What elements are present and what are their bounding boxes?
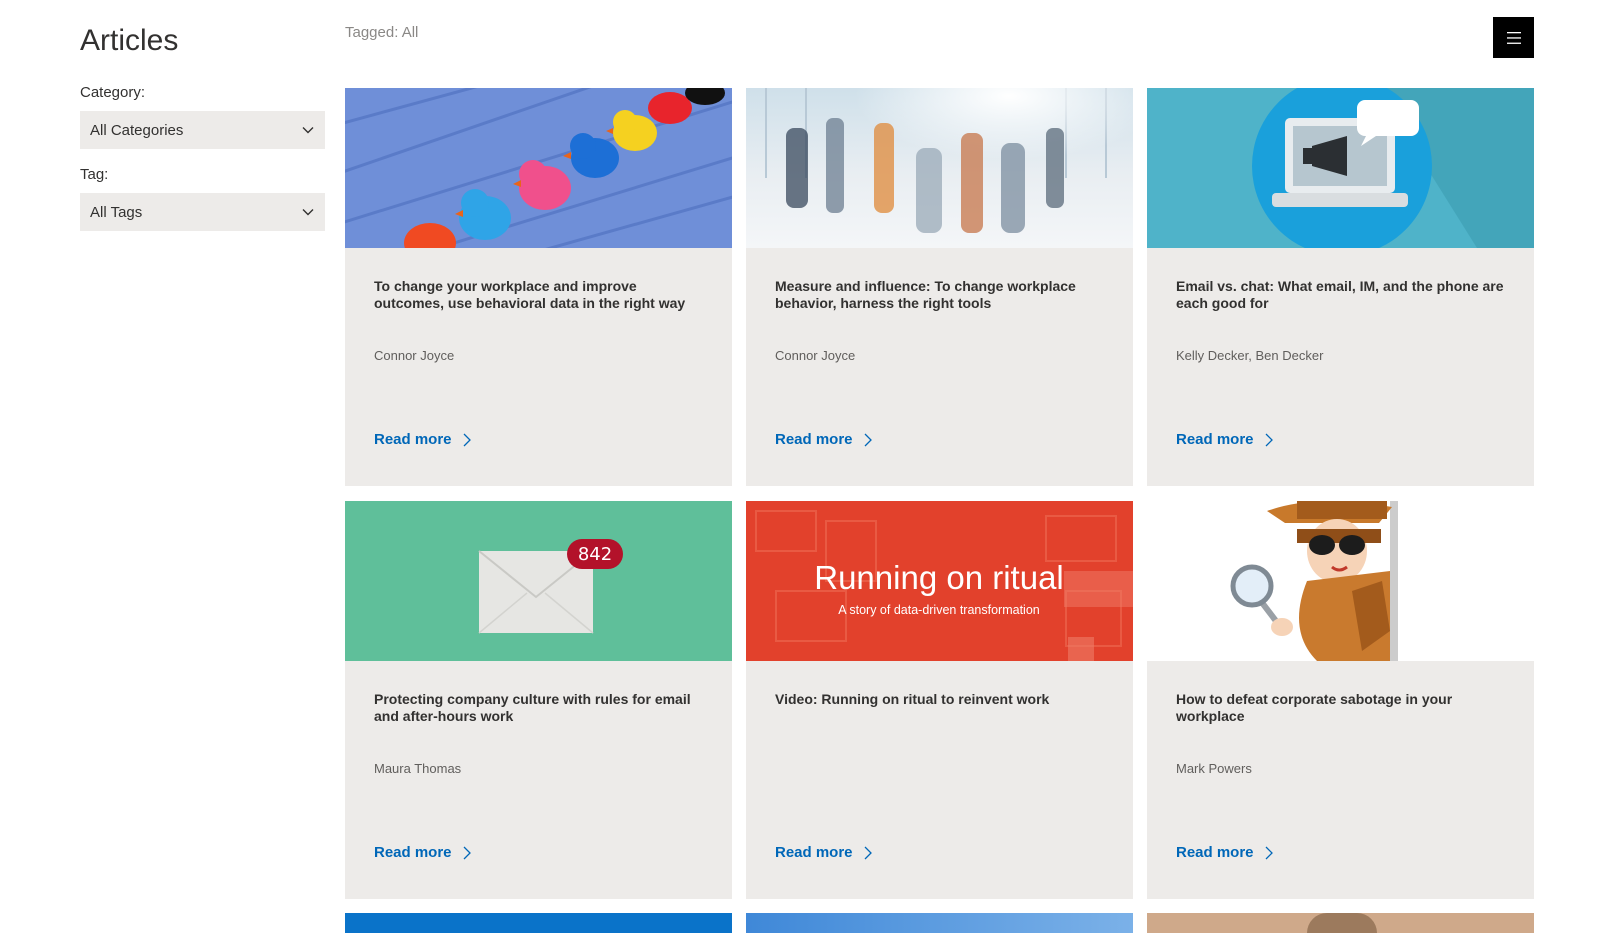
menu-button[interactable] <box>1493 17 1534 58</box>
chevron-right-icon <box>463 433 471 446</box>
article-author: Maura Thomas <box>374 761 462 776</box>
article-card[interactable]: Measure and influence: To change workpla… <box>746 88 1133 486</box>
article-author: Connor Joyce <box>775 348 856 363</box>
article-card[interactable]: 842 Protecting company culture with rule… <box>345 501 732 899</box>
laptop-megaphone-image[interactable] <box>1147 88 1534 248</box>
read-more-link[interactable]: Read more <box>1176 431 1274 448</box>
article-title[interactable]: Video: Running on ritual to reinvent wor… <box>775 691 1105 708</box>
chevron-down-icon <box>302 127 314 134</box>
article-title[interactable]: Measure and influence: To change workpla… <box>775 278 1105 312</box>
article-grid: To change your workplace and improve out… <box>345 88 1534 933</box>
detective-magnifier-image[interactable] <box>1147 501 1534 661</box>
envelope-notification-image[interactable]: 842 <box>345 501 732 661</box>
article-card[interactable]: Running on ritual A story of data-driven… <box>746 501 1133 899</box>
notification-badge: 842 <box>578 544 612 565</box>
thumbnail-detail <box>1307 913 1377 933</box>
read-more-link[interactable]: Read more <box>1176 844 1274 861</box>
chevron-right-icon <box>864 846 872 859</box>
article-title[interactable]: How to defeat corporate sabotage in your… <box>1176 691 1506 725</box>
tagged-filter-text: Tagged: All <box>345 24 419 41</box>
page-title: Articles <box>80 24 179 57</box>
rubber-ducks-image[interactable] <box>345 88 732 248</box>
category-select-value: All Categories <box>90 121 184 139</box>
read-more-label: Read more <box>1176 844 1254 861</box>
category-label: Category: <box>80 84 146 101</box>
tag-select-value: All Tags <box>90 203 143 221</box>
banner-subtitle: A story of data-driven transformation <box>838 603 1040 617</box>
blurred-commuters-image[interactable] <box>746 88 1133 248</box>
article-card[interactable]: To change your workplace and improve out… <box>345 88 732 486</box>
article-author: Connor Joyce <box>374 348 455 363</box>
read-more-label: Read more <box>374 431 452 448</box>
next-article-thumbnail[interactable] <box>746 913 1133 933</box>
chevron-right-icon <box>463 846 471 859</box>
read-more-link[interactable]: Read more <box>775 431 873 448</box>
tag-select[interactable]: All Tags <box>80 193 325 231</box>
article-author: Mark Powers <box>1176 761 1252 776</box>
next-article-thumbnail[interactable] <box>345 913 732 933</box>
article-title[interactable]: To change your workplace and improve out… <box>374 278 704 312</box>
article-card[interactable]: Email vs. chat: What email, IM, and the … <box>1147 88 1534 486</box>
chevron-down-icon <box>302 209 314 216</box>
article-card[interactable]: How to defeat corporate sabotage in your… <box>1147 501 1534 899</box>
banner-title: Running on ritual <box>814 559 1064 596</box>
hamburger-menu-icon <box>1506 31 1521 44</box>
read-more-label: Read more <box>1176 431 1254 448</box>
category-select[interactable]: All Categories <box>80 111 325 149</box>
next-article-thumbnail[interactable] <box>1147 913 1534 933</box>
read-more-link[interactable]: Read more <box>374 844 472 861</box>
article-author: Kelly Decker, Ben Decker <box>1176 348 1324 363</box>
read-more-link[interactable]: Read more <box>374 431 472 448</box>
running-on-ritual-banner[interactable]: Running on ritual A story of data-driven… <box>746 501 1133 661</box>
tag-label: Tag: <box>80 166 109 183</box>
article-title[interactable]: Email vs. chat: What email, IM, and the … <box>1176 278 1506 312</box>
article-title[interactable]: Protecting company culture with rules fo… <box>374 691 704 725</box>
read-more-label: Read more <box>775 844 853 861</box>
chevron-right-icon <box>1265 846 1273 859</box>
chevron-right-icon <box>1265 433 1273 446</box>
read-more-label: Read more <box>775 431 853 448</box>
chevron-right-icon <box>864 433 872 446</box>
read-more-label: Read more <box>374 844 452 861</box>
read-more-link[interactable]: Read more <box>775 844 873 861</box>
